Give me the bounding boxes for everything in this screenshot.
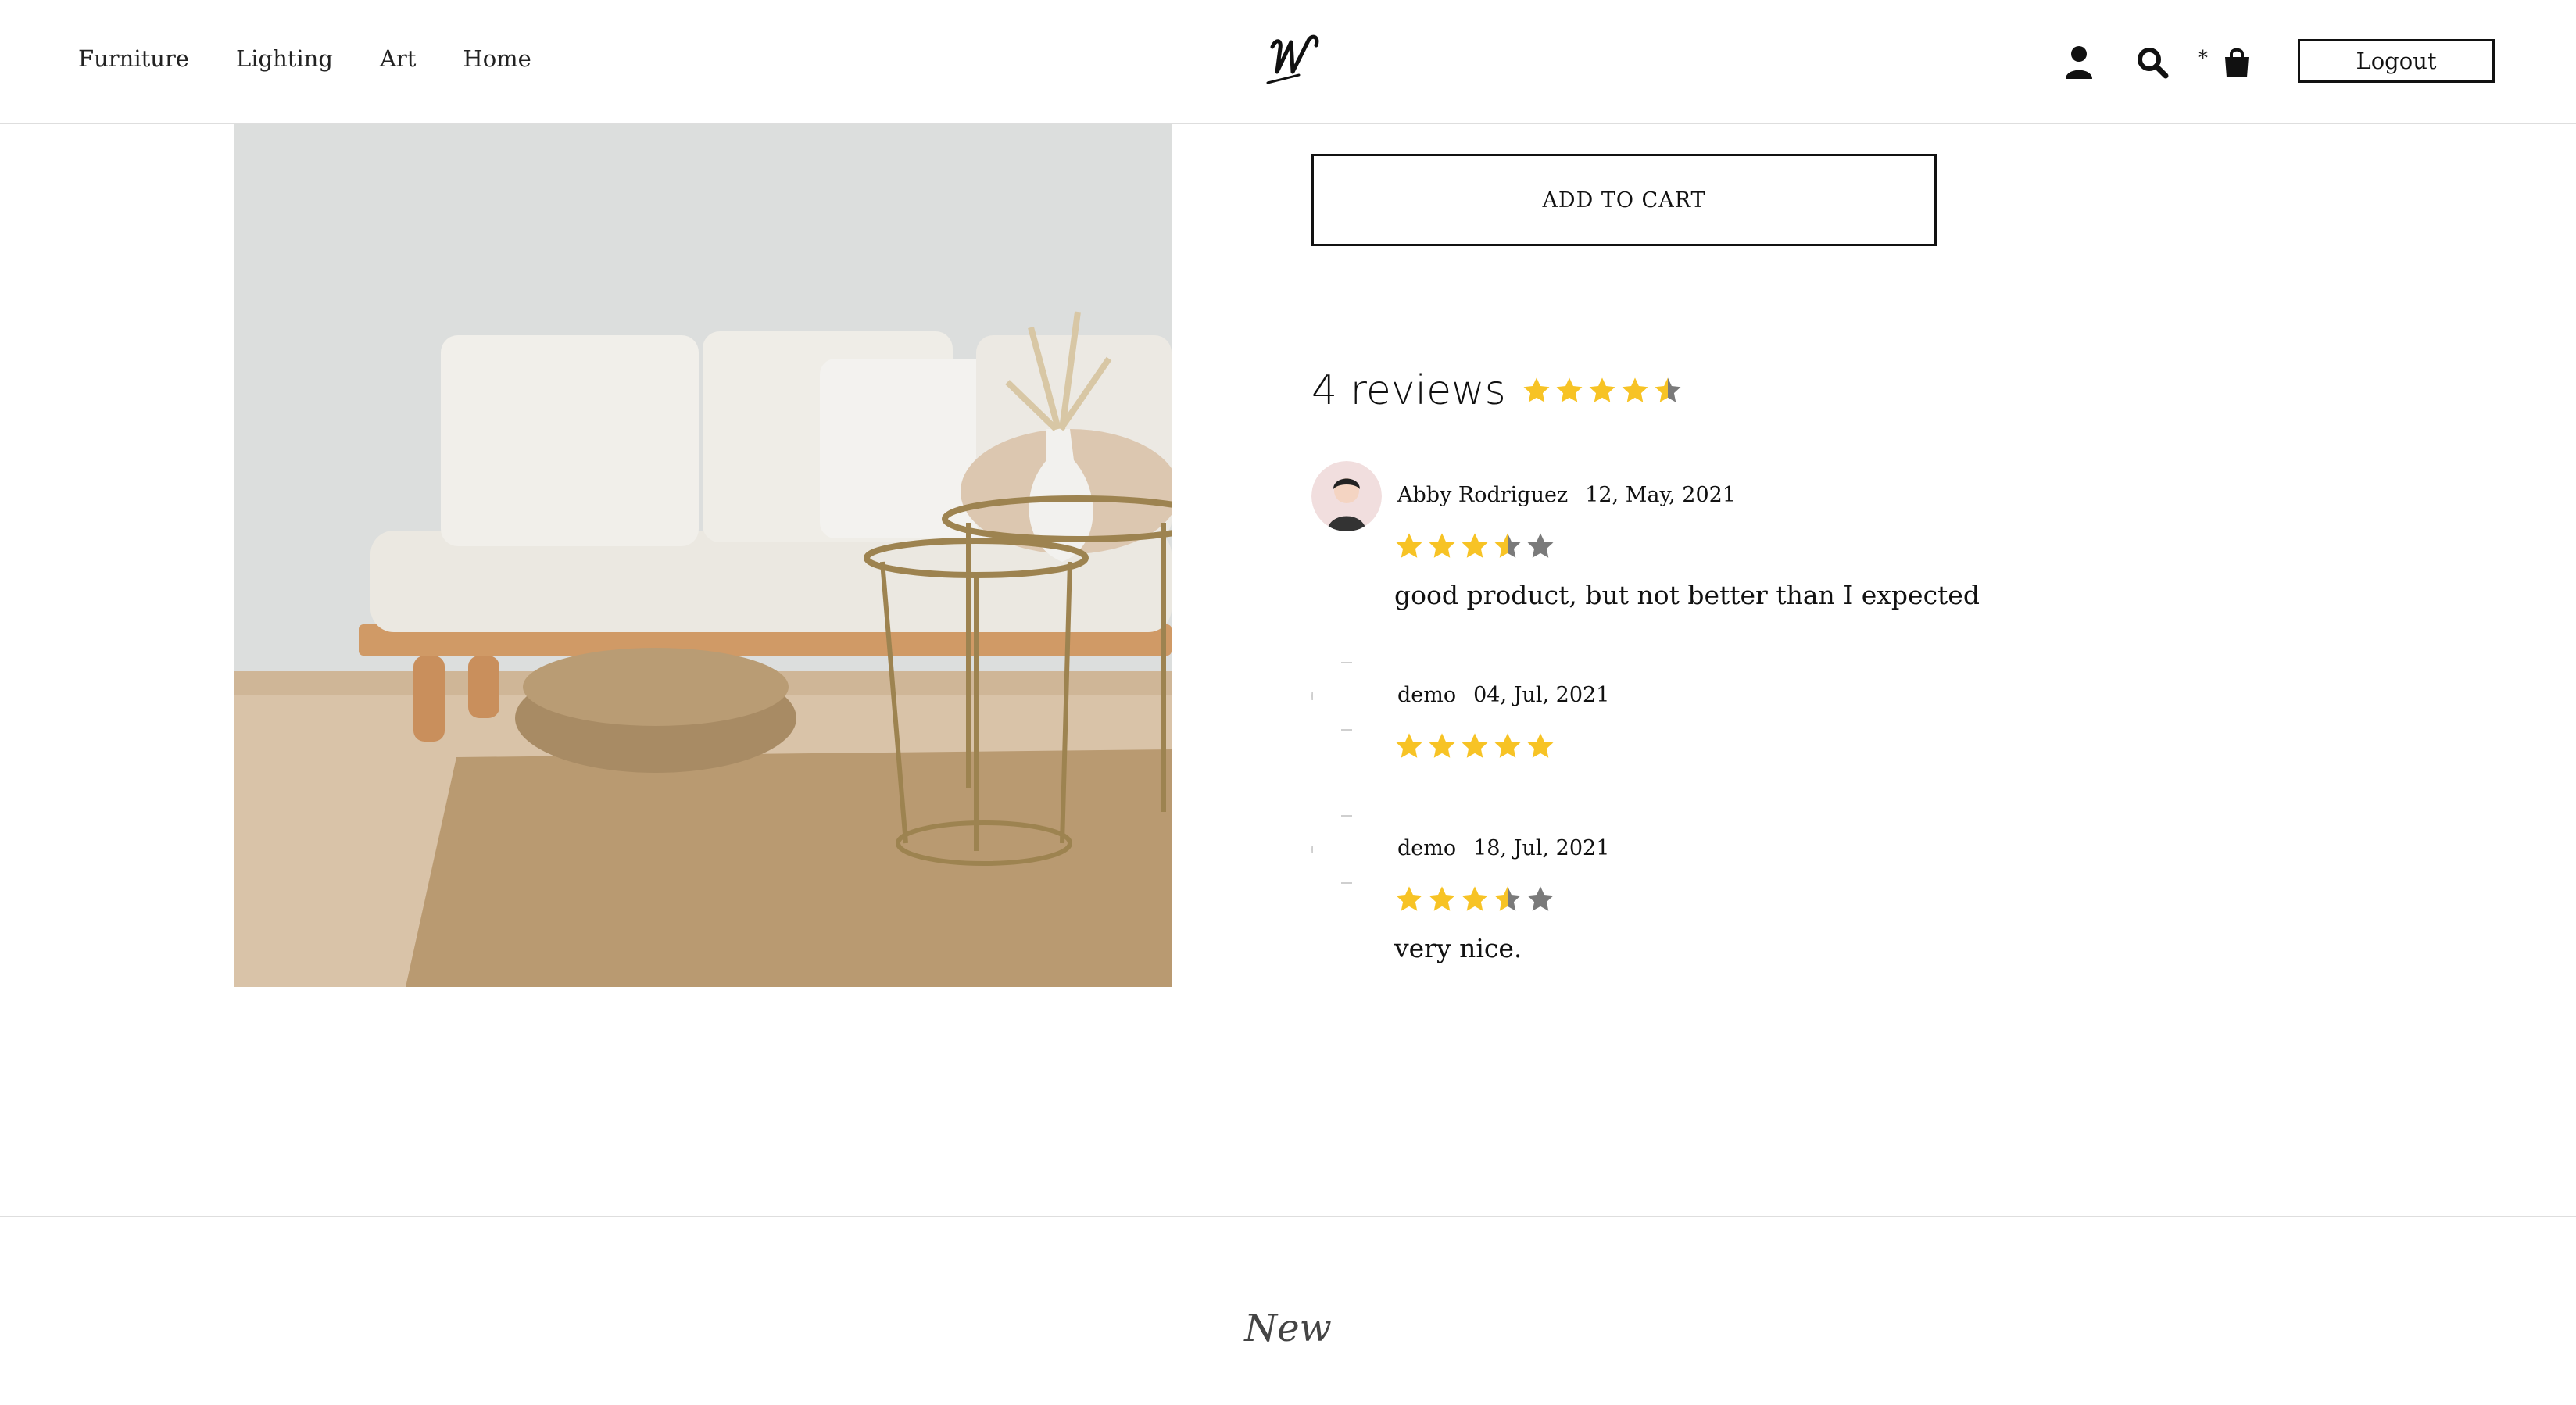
star-icon <box>1429 533 1455 558</box>
review-date: 04, Jul, 2021 <box>1473 683 1610 707</box>
star-icon <box>1462 733 1488 758</box>
brand-logo[interactable] <box>1265 25 1324 88</box>
star-icon <box>1429 733 1455 758</box>
star-icon <box>1494 533 1521 558</box>
reviewer-name: demo <box>1397 683 1457 707</box>
review-rating-stars <box>1394 885 1555 914</box>
main-nav: Furniture Lighting Art Home <box>78 45 531 72</box>
reviewer-name: Abby Rodriguez <box>1397 483 1569 507</box>
star-icon <box>1556 377 1583 402</box>
review-rating-stars <box>1394 531 1555 561</box>
review-date: 12, May, 2021 <box>1585 483 1737 507</box>
star-icon <box>1655 377 1681 402</box>
review-text: very nice. <box>1394 933 1522 963</box>
star-icon <box>1494 733 1521 758</box>
star-icon <box>1462 886 1488 911</box>
reviewer-avatar <box>1311 461 1382 531</box>
reviewer-avatar <box>1311 661 1382 731</box>
reviewer-avatar <box>1311 814 1382 885</box>
user-icon[interactable] <box>2057 41 2101 84</box>
star-icon <box>1396 886 1422 911</box>
nav-item-furniture[interactable]: Furniture <box>78 45 189 72</box>
review-rating-stars <box>1394 731 1555 761</box>
review-meta: demo 18, Jul, 2021 <box>1397 836 1609 860</box>
nav-item-lighting[interactable]: Lighting <box>236 45 333 72</box>
nav-item-home[interactable]: Home <box>463 45 531 72</box>
search-icon[interactable] <box>2131 41 2174 84</box>
star-icon <box>1494 886 1521 911</box>
product-image <box>234 124 1172 987</box>
star-icon <box>1396 733 1422 758</box>
star-icon <box>1462 533 1488 558</box>
review-date: 18, Jul, 2021 <box>1473 836 1610 860</box>
site-header: Furniture Lighting Art Home * Logout <box>0 0 2576 124</box>
average-rating-stars <box>1522 376 1683 406</box>
review-meta: demo 04, Jul, 2021 <box>1397 683 1609 707</box>
star-icon <box>1523 377 1550 402</box>
star-icon <box>1589 377 1615 402</box>
new-section-title: New <box>1244 1307 1332 1350</box>
review-meta: Abby Rodriguez 12, May, 2021 <box>1397 483 1736 507</box>
section-divider <box>0 1216 2576 1217</box>
reviews-header: 4 reviews <box>1311 367 1683 414</box>
star-icon <box>1396 533 1422 558</box>
reviewer-name: demo <box>1397 836 1457 860</box>
shopping-bag-icon[interactable]: * <box>2198 41 2259 84</box>
star-icon <box>1527 886 1554 911</box>
star-icon <box>1527 533 1554 558</box>
review-text: good product, but not better than I expe… <box>1394 580 1980 610</box>
logout-button[interactable]: Logout <box>2298 39 2495 83</box>
cart-count-badge: * <box>2198 47 2208 70</box>
star-icon <box>1429 886 1455 911</box>
nav-item-art[interactable]: Art <box>380 45 416 72</box>
star-icon <box>1527 733 1554 758</box>
star-icon <box>1622 377 1648 402</box>
reviews-count: 4 reviews <box>1311 367 1506 414</box>
add-to-cart-button[interactable]: ADD TO CART <box>1311 154 1937 246</box>
